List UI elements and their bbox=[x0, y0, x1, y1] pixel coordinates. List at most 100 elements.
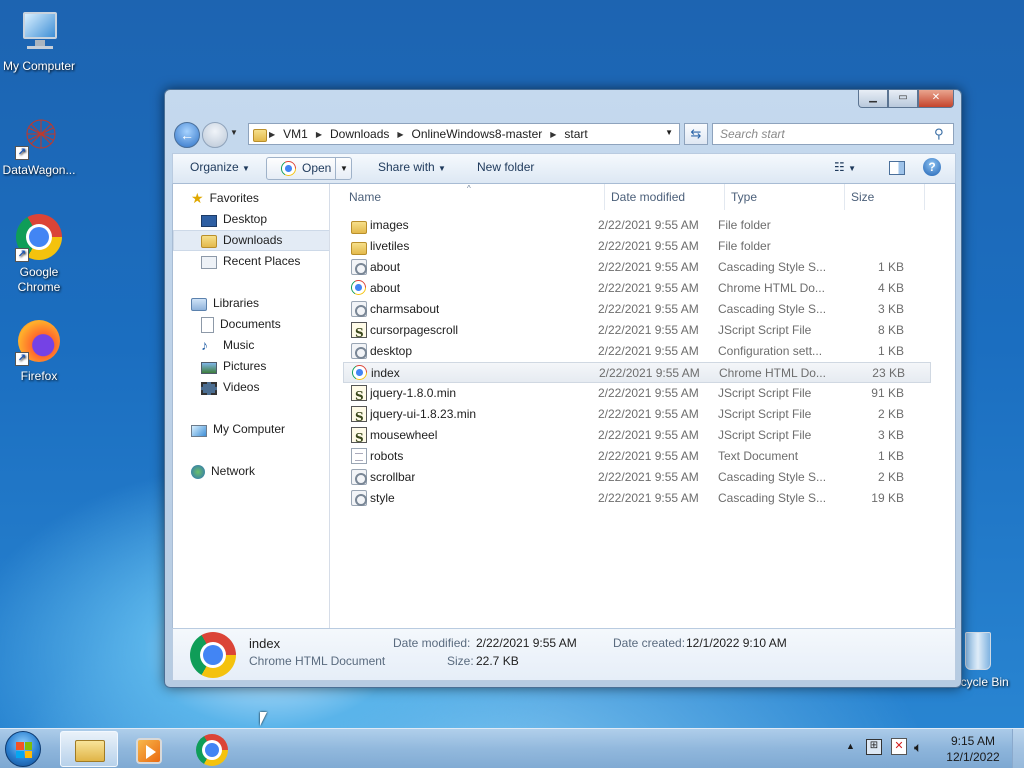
content-area: ★ Favorites Desktop Downloads Recent Plac… bbox=[172, 184, 956, 628]
preview-pane-button[interactable] bbox=[889, 161, 905, 175]
file-list: Name ^ Date modified Type Size images 2/22… bbox=[331, 184, 956, 628]
nav-label: Network bbox=[211, 464, 256, 478]
close-button[interactable]: ✕ bbox=[918, 90, 954, 108]
file-row[interactable]: livetiles 2/22/2021 9:55 AM File folder bbox=[343, 236, 931, 257]
breadcrumb-downloads[interactable]: Downloads bbox=[324, 127, 395, 141]
search-input[interactable]: Search start bbox=[712, 123, 954, 145]
file-size: 2 KB bbox=[877, 470, 904, 484]
nav-favorites[interactable]: ★ Favorites bbox=[191, 188, 259, 209]
volume-icon[interactable]: 🔈︎ bbox=[914, 739, 922, 756]
desktop-icon bbox=[201, 214, 217, 227]
file-row[interactable]: index 2/22/2021 9:55 AM Chrome HTML Do... 2… bbox=[343, 362, 931, 383]
show-hidden-icons-button[interactable]: ▲ bbox=[846, 741, 855, 751]
desktop-icon-datawagon[interactable]: ↗ DataWagon... bbox=[0, 112, 78, 178]
script-file-icon bbox=[351, 406, 367, 428]
organize-button[interactable]: Organize ▼ bbox=[190, 160, 250, 174]
minimize-button[interactable]: ▁ bbox=[858, 90, 888, 108]
forward-button[interactable] bbox=[202, 122, 228, 148]
file-name: about bbox=[370, 281, 401, 295]
breadcrumb-arrow-icon[interactable]: ▶ bbox=[314, 130, 324, 139]
file-row[interactable]: scrollbar 2/22/2021 9:55 AM Cascading Styl… bbox=[343, 467, 931, 488]
breadcrumb-start[interactable]: start bbox=[558, 127, 593, 141]
taskbar-media-player-button[interactable] bbox=[120, 731, 178, 767]
file-row[interactable]: desktop 2/22/2021 9:55 AM Configuration se… bbox=[343, 341, 931, 362]
file-row[interactable]: images 2/22/2021 9:55 AM File folder bbox=[343, 215, 931, 236]
file-row[interactable]: style 2/22/2021 9:55 AM Cascading Style S.… bbox=[343, 488, 931, 509]
open-button[interactable]: Open ▼ bbox=[266, 157, 352, 180]
file-row[interactable]: mousewheel 2/22/2021 9:55 AM JScript Scrip… bbox=[343, 425, 931, 449]
nav-libraries[interactable]: Libraries bbox=[191, 293, 259, 314]
nav-documents[interactable]: Documents bbox=[201, 314, 281, 335]
file-name: about bbox=[370, 260, 401, 274]
nav-videos[interactable]: Videos bbox=[201, 377, 259, 398]
nav-desktop[interactable]: Desktop bbox=[201, 209, 267, 230]
taskbar-chrome-button[interactable] bbox=[183, 731, 241, 767]
network-tray-icon[interactable]: ⊞ bbox=[866, 739, 882, 755]
new-folder-button[interactable]: New folder bbox=[477, 160, 534, 174]
chrome-icon bbox=[351, 280, 366, 295]
file-name: livetiles bbox=[370, 239, 410, 253]
nav-network[interactable]: Network bbox=[191, 461, 255, 482]
file-row[interactable]: jquery-ui-1.8.23.min 2/22/2021 9:55 AM JSc… bbox=[343, 404, 931, 428]
file-size: 2 KB bbox=[877, 407, 904, 421]
mouse-cursor-icon bbox=[260, 712, 267, 726]
address-dropdown-icon[interactable]: ▼ bbox=[665, 128, 673, 137]
clock[interactable]: 9:15 AM 12/1/2022 bbox=[938, 733, 1008, 765]
file-row[interactable]: cursorpagescroll 2/22/2021 9:55 AM JScript… bbox=[343, 320, 931, 344]
breadcrumb-arrow-icon[interactable]: ▶ bbox=[395, 130, 405, 139]
downloads-folder-icon bbox=[201, 235, 217, 248]
action-center-icon[interactable]: ✕ bbox=[891, 738, 907, 755]
column-header-name[interactable]: Name ^ bbox=[343, 184, 605, 210]
address-bar[interactable]: ▶ VM1 ▶ Downloads ▶ OnlineWindows8-maste… bbox=[248, 123, 680, 145]
details-size-label: Size: bbox=[447, 654, 474, 668]
nav-pictures[interactable]: Pictures bbox=[201, 356, 266, 377]
start-button[interactable] bbox=[5, 731, 41, 767]
desktop-icon-firefox[interactable]: ↗ Firefox bbox=[0, 318, 78, 384]
address-row: ← ▼ ▶ VM1 ▶ Downloads ▶ OnlineWindows8-m… bbox=[172, 120, 956, 148]
nav-label: Libraries bbox=[213, 296, 260, 310]
search-icon[interactable]: ⚲ bbox=[934, 126, 944, 142]
column-header-date[interactable]: Date modified bbox=[605, 184, 725, 210]
chrome-icon bbox=[281, 161, 296, 176]
file-row[interactable]: robots 2/22/2021 9:55 AM Text Document 1 KB bbox=[343, 446, 931, 467]
text-file-icon bbox=[351, 448, 367, 464]
nav-label: Recent Places bbox=[223, 254, 301, 268]
column-header-size[interactable]: Size bbox=[845, 184, 925, 210]
maximize-button[interactable]: ▭ bbox=[888, 90, 918, 108]
breadcrumb-vm1[interactable]: VM1 bbox=[277, 127, 314, 141]
view-options-button[interactable]: ☷ ▼ bbox=[834, 160, 856, 174]
taskbar-explorer-button[interactable] bbox=[60, 731, 118, 767]
file-row[interactable]: charmsabout 2/22/2021 9:55 AM Cascading St… bbox=[343, 299, 931, 320]
file-date: 2/22/2021 9:55 AM bbox=[598, 428, 699, 442]
breadcrumb-arrow-icon[interactable]: ▶ bbox=[548, 130, 558, 139]
back-button[interactable]: ← bbox=[174, 122, 200, 148]
nav-recent-places[interactable]: Recent Places bbox=[201, 251, 300, 272]
file-size: 91 KB bbox=[871, 386, 904, 400]
file-type: File folder bbox=[718, 218, 771, 232]
file-row[interactable]: jquery-1.8.0.min 2/22/2021 9:55 AM JScript… bbox=[343, 383, 931, 407]
file-row[interactable]: about 2/22/2021 9:55 AM Cascading Style S.… bbox=[343, 257, 931, 278]
file-type: JScript Script File bbox=[718, 428, 812, 442]
desktop-icon-google-chrome[interactable]: ↗ Google Chrome bbox=[0, 214, 78, 295]
open-dropdown-button[interactable]: ▼ bbox=[335, 158, 352, 179]
file-date: 2/22/2021 9:55 AM bbox=[599, 366, 700, 380]
file-row[interactable]: about 2/22/2021 9:55 AM Chrome HTML Do... 4… bbox=[343, 278, 931, 299]
share-with-button[interactable]: Share with ▼ bbox=[378, 160, 446, 174]
desktop-icon-my-computer[interactable]: My Computer bbox=[0, 8, 78, 74]
recent-pages-dropdown[interactable]: ▼ bbox=[230, 128, 238, 137]
folder-icon bbox=[351, 242, 367, 255]
help-button[interactable]: ? bbox=[923, 158, 941, 176]
nav-label: Desktop bbox=[223, 212, 268, 226]
nav-downloads[interactable]: Downloads bbox=[173, 230, 329, 251]
column-header-type[interactable]: Type bbox=[725, 184, 845, 210]
breadcrumb-arrow-icon[interactable]: ▶ bbox=[267, 130, 277, 139]
breadcrumb-onlinewindows8-master[interactable]: OnlineWindows8-master bbox=[406, 127, 549, 141]
nav-my-computer[interactable]: My Computer bbox=[191, 419, 285, 440]
nav-music[interactable]: ♪ Music bbox=[201, 335, 254, 356]
desktop-icon-label: Google Chrome bbox=[17, 265, 61, 294]
file-date: 2/22/2021 9:55 AM bbox=[598, 323, 699, 337]
show-desktop-button[interactable] bbox=[1012, 729, 1024, 768]
file-name: robots bbox=[370, 449, 404, 463]
shortcut-arrow-icon: ↗ bbox=[15, 352, 29, 366]
refresh-button[interactable]: ⇆ bbox=[684, 123, 708, 145]
